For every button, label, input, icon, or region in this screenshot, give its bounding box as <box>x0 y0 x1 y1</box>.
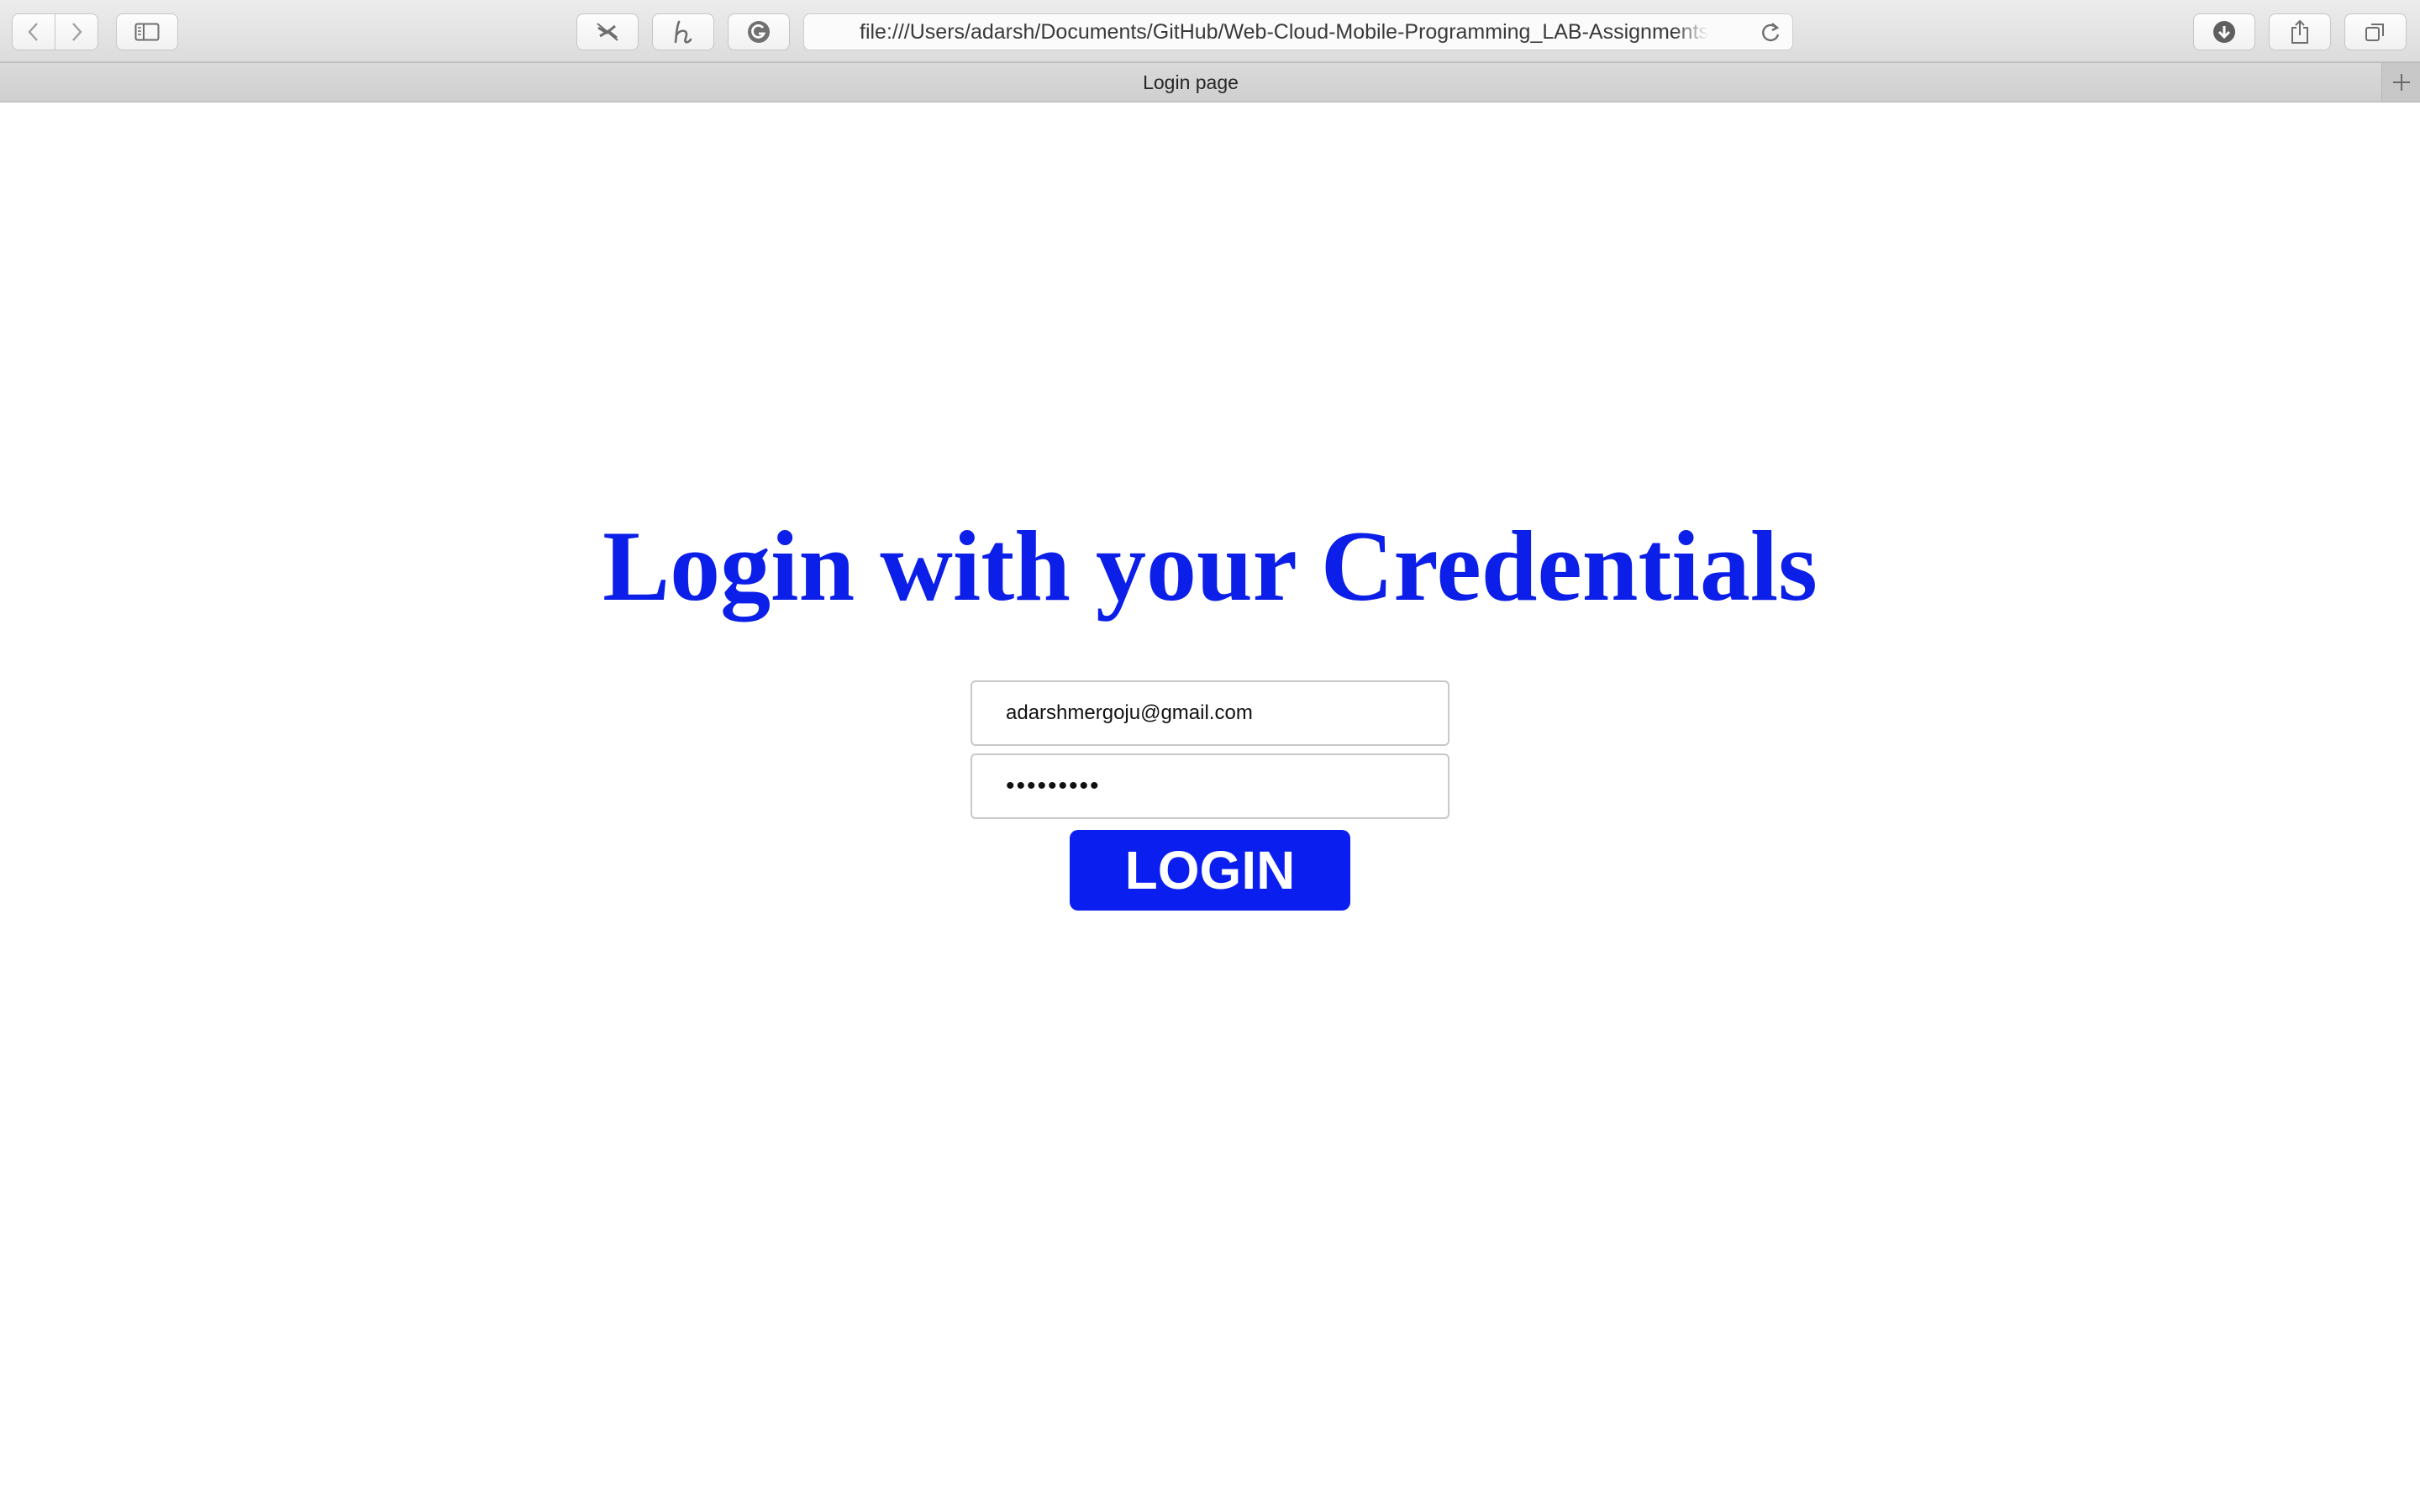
navigation-buttons <box>12 13 99 50</box>
downloads-button[interactable] <box>2193 13 2255 50</box>
new-tab-button[interactable] <box>2381 63 2420 102</box>
grammarly-icon <box>748 21 770 43</box>
honey-icon <box>674 20 692 44</box>
sidebar-button[interactable] <box>116 13 178 50</box>
reload-icon[interactable] <box>1759 21 1782 45</box>
extension-icon <box>597 23 618 41</box>
tabs-overview-button[interactable] <box>2344 13 2407 50</box>
extension-button[interactable] <box>576 13 639 50</box>
share-button[interactable] <box>2269 13 2331 50</box>
browser-toolbar: file:///Users/adarsh/Documents/GitHub/We… <box>0 0 2420 62</box>
grammarly-extension-button[interactable] <box>728 13 790 50</box>
honey-extension-button[interactable] <box>652 13 714 50</box>
url-text[interactable]: file:///Users/adarsh/Documents/GitHub/We… <box>860 14 1708 50</box>
sidebar-icon <box>134 23 160 41</box>
password-field[interactable] <box>971 753 1449 819</box>
email-field[interactable] <box>971 680 1449 746</box>
back-button[interactable] <box>12 13 55 50</box>
forward-icon <box>72 23 82 41</box>
tabs-overview-icon <box>2365 24 2384 41</box>
downloads-icon <box>2213 21 2235 43</box>
back-icon <box>28 23 38 41</box>
tab-bar: Login page <box>0 62 2420 102</box>
address-bar[interactable]: file:///Users/adarsh/Documents/GitHub/We… <box>803 13 1793 50</box>
login-button[interactable]: LOGIN <box>1070 830 1350 911</box>
tab-login-page[interactable]: Login page <box>0 63 2381 102</box>
page-content: Login with your Credentials LOGIN <box>0 102 2420 1512</box>
forward-button[interactable] <box>55 13 98 50</box>
new-tab-icon <box>2392 74 2410 91</box>
share-icon <box>2291 19 2308 44</box>
page-title: Login with your Credentials <box>602 510 1818 622</box>
